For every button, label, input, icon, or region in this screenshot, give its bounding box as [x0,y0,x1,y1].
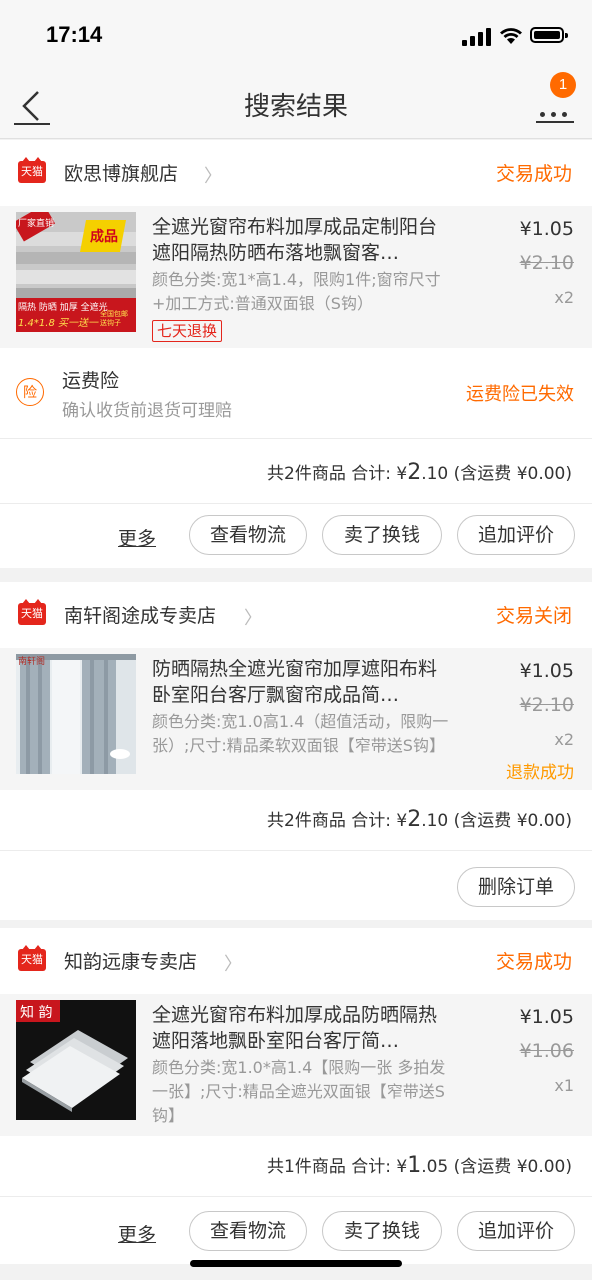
quantity: x1 [554,1076,574,1095]
quantity: x2 [554,730,574,749]
shop-header[interactable]: 天猫 南轩阁途成专卖店 〉 交易关闭 [0,582,592,648]
order-card: 天猫 知韵远康专卖店 〉 交易成功 知 韵 全遮光窗帘布料加厚成品防晒隔热遮阳落… [0,928,592,1264]
product-spec: 颜色分类:宽1.0高1.4（超值活动，限购一张）;尺寸:精品柔软双面银【窄带送S… [152,712,449,755]
tmall-icon: 天猫 [18,599,46,625]
status-bar: 17:14 [0,0,592,72]
order-status: 交易成功 [495,163,572,185]
order-actions: 删除订单 [0,856,592,920]
order-status: 交易关闭 [495,605,572,627]
product-price: ¥1.05 [519,1006,574,1028]
product-title[interactable]: 全遮光窗帘布料加厚成品定制阳台遮阳隔热防晒布落地飘窗客… [152,214,452,266]
total-prefix: 共2件商品 合计: ¥ [267,811,408,831]
total-suffix: (含运费 ¥0.00) [448,811,572,831]
shop-name[interactable]: 欧思博旗舰店 [64,159,178,186]
product-title[interactable]: 全遮光窗帘布料加厚成品防晒隔热遮阳落地飘卧室阳台客厅简… [152,1002,452,1054]
order-card: 天猫 南轩阁途成专卖店 〉 交易关闭 南轩阁 防晒隔热全遮光窗帘加厚遮阳布料卧室… [0,582,592,920]
product-thumbnail[interactable]: 厂家直销 成品 隔热 防晒 加厚 全遮光 1.4*1.8 买一送一 全国包邮 送… [16,212,136,332]
home-indicator[interactable] [190,1260,402,1267]
battery-icon [530,27,568,43]
order-card: 天猫 欧思博旗舰店 〉 交易成功 厂家直销 成品 隔热 防晒 加厚 全遮光 1.… [0,140,592,568]
product-title[interactable]: 防晒隔热全遮光窗帘加厚遮阳布料卧室阳台客厅飘窗帘成品简… [152,656,452,708]
total-decimal: .10 [421,464,449,484]
more-link[interactable]: 更多 [118,1220,156,1247]
resell-button[interactable]: 卖了换钱 [322,1211,442,1251]
view-logistics-button[interactable]: 查看物流 [189,1211,307,1251]
shop-header[interactable]: 天猫 知韵远康专卖店 〉 交易成功 [0,928,592,994]
total-decimal: .10 [421,811,449,831]
total-int: 2 [407,807,422,832]
total-prefix: 共1件商品 合计: ¥ [267,1157,408,1177]
product-thumbnail[interactable]: 南轩阁 [16,654,136,774]
tmall-icon: 天猫 [18,157,46,183]
total-suffix: (含运费 ¥0.00) [448,1157,572,1177]
view-logistics-button[interactable]: 查看物流 [189,515,307,555]
product-spec: 颜色分类:宽1*高1.4，限购1件;窗帘尺寸+加工方式:普通双面银（S钩） [152,270,441,313]
original-price: ¥2.10 [519,694,574,716]
insurance-title: 运费险 [62,370,120,392]
order-item[interactable]: 知 韵 全遮光窗帘布料加厚成品防晒隔热遮阳落地飘卧室阳台客厅简… 颜色分类:宽1… [0,994,592,1136]
tmall-icon: 天猫 [18,945,46,971]
thumb-text: 1.4*1.8 买一送一 [18,318,98,329]
total-prefix: 共2件商品 合计: ¥ [267,464,408,484]
shop-header[interactable]: 天猫 欧思博旗舰店 〉 交易成功 [0,140,592,206]
product-thumbnail[interactable]: 知 韵 [16,1000,136,1120]
thumb-text: 隔热 防晒 加厚 全遮光 [18,303,108,313]
resell-button[interactable]: 卖了换钱 [322,515,442,555]
insurance-status: 运费险已失效 [466,384,574,405]
chevron-right-icon: 〉 [244,608,262,629]
page-title: 搜索结果 [243,92,348,122]
total-suffix: (含运费 ¥0.00) [448,464,572,484]
insurance-subtitle: 确认收货前退货可理赔 [62,401,232,421]
total-decimal: .05 [421,1157,449,1177]
order-actions: 更多 查看物流 卖了换钱 追加评价 [0,504,592,568]
original-price: ¥2.10 [519,252,574,274]
chevron-right-icon: 〉 [224,954,242,975]
total-int: 1 [407,1153,422,1178]
order-total: 共2件商品 合计: ¥2.10 (含运费 ¥0.00) [0,439,592,504]
order-item[interactable]: 厂家直销 成品 隔热 防晒 加厚 全遮光 1.4*1.8 买一送一 全国包邮 送… [0,206,592,348]
nav-bar: 搜索结果 [0,72,592,139]
thumb-text: 南轩阁 [18,657,46,667]
add-review-button[interactable]: 追加评价 [457,1211,575,1251]
wifi-icon [500,28,522,44]
more-link[interactable]: 更多 [118,524,156,551]
order-total: 共2件商品 合计: ¥2.10 (含运费 ¥0.00) [0,786,592,851]
order-item[interactable]: 南轩阁 防晒隔热全遮光窗帘加厚遮阳布料卧室阳台客厅飘窗帘成品简… 颜色分类:宽1… [0,648,592,790]
thumb-text: 成品 [90,229,118,245]
order-actions: 更多 查看物流 卖了换钱 追加评价 [0,1200,592,1264]
refund-status: 退款成功 [506,763,574,783]
shipping-insurance[interactable]: 险 运费险 确认收货前退货可理赔 运费险已失效 [0,348,592,439]
order-status: 交易成功 [495,951,572,973]
status-time: 17:14 [46,22,103,47]
shop-name[interactable]: 知韵远康专卖店 [64,947,197,974]
add-review-button[interactable]: 追加评价 [457,515,575,555]
original-price: ¥1.06 [519,1040,574,1062]
thumb-text: 厂家直销 [18,219,55,229]
return-policy-tag: 七天退换 [152,320,223,342]
insurance-icon: 险 [16,378,44,406]
signal-icon [462,28,492,46]
thumb-text: 全国包邮 送钩子 [100,310,128,327]
shop-name[interactable]: 南轩阁途成专卖店 [64,601,216,628]
product-spec: 颜色分类:宽1.0*高1.4【限购一张 多拍发一张】;尺寸:精品全遮光双面银【窄… [152,1058,446,1125]
thumb-text: 知 韵 [20,1005,53,1021]
chevron-right-icon: 〉 [204,166,222,187]
quantity: x2 [554,288,574,307]
order-total: 共1件商品 合计: ¥1.05 (含运费 ¥0.00) [0,1132,592,1197]
total-int: 2 [407,460,422,485]
product-price: ¥1.05 [519,660,574,682]
message-badge: 1 [550,72,576,98]
delete-order-button[interactable]: 删除订单 [457,867,575,907]
product-price: ¥1.05 [519,218,574,240]
